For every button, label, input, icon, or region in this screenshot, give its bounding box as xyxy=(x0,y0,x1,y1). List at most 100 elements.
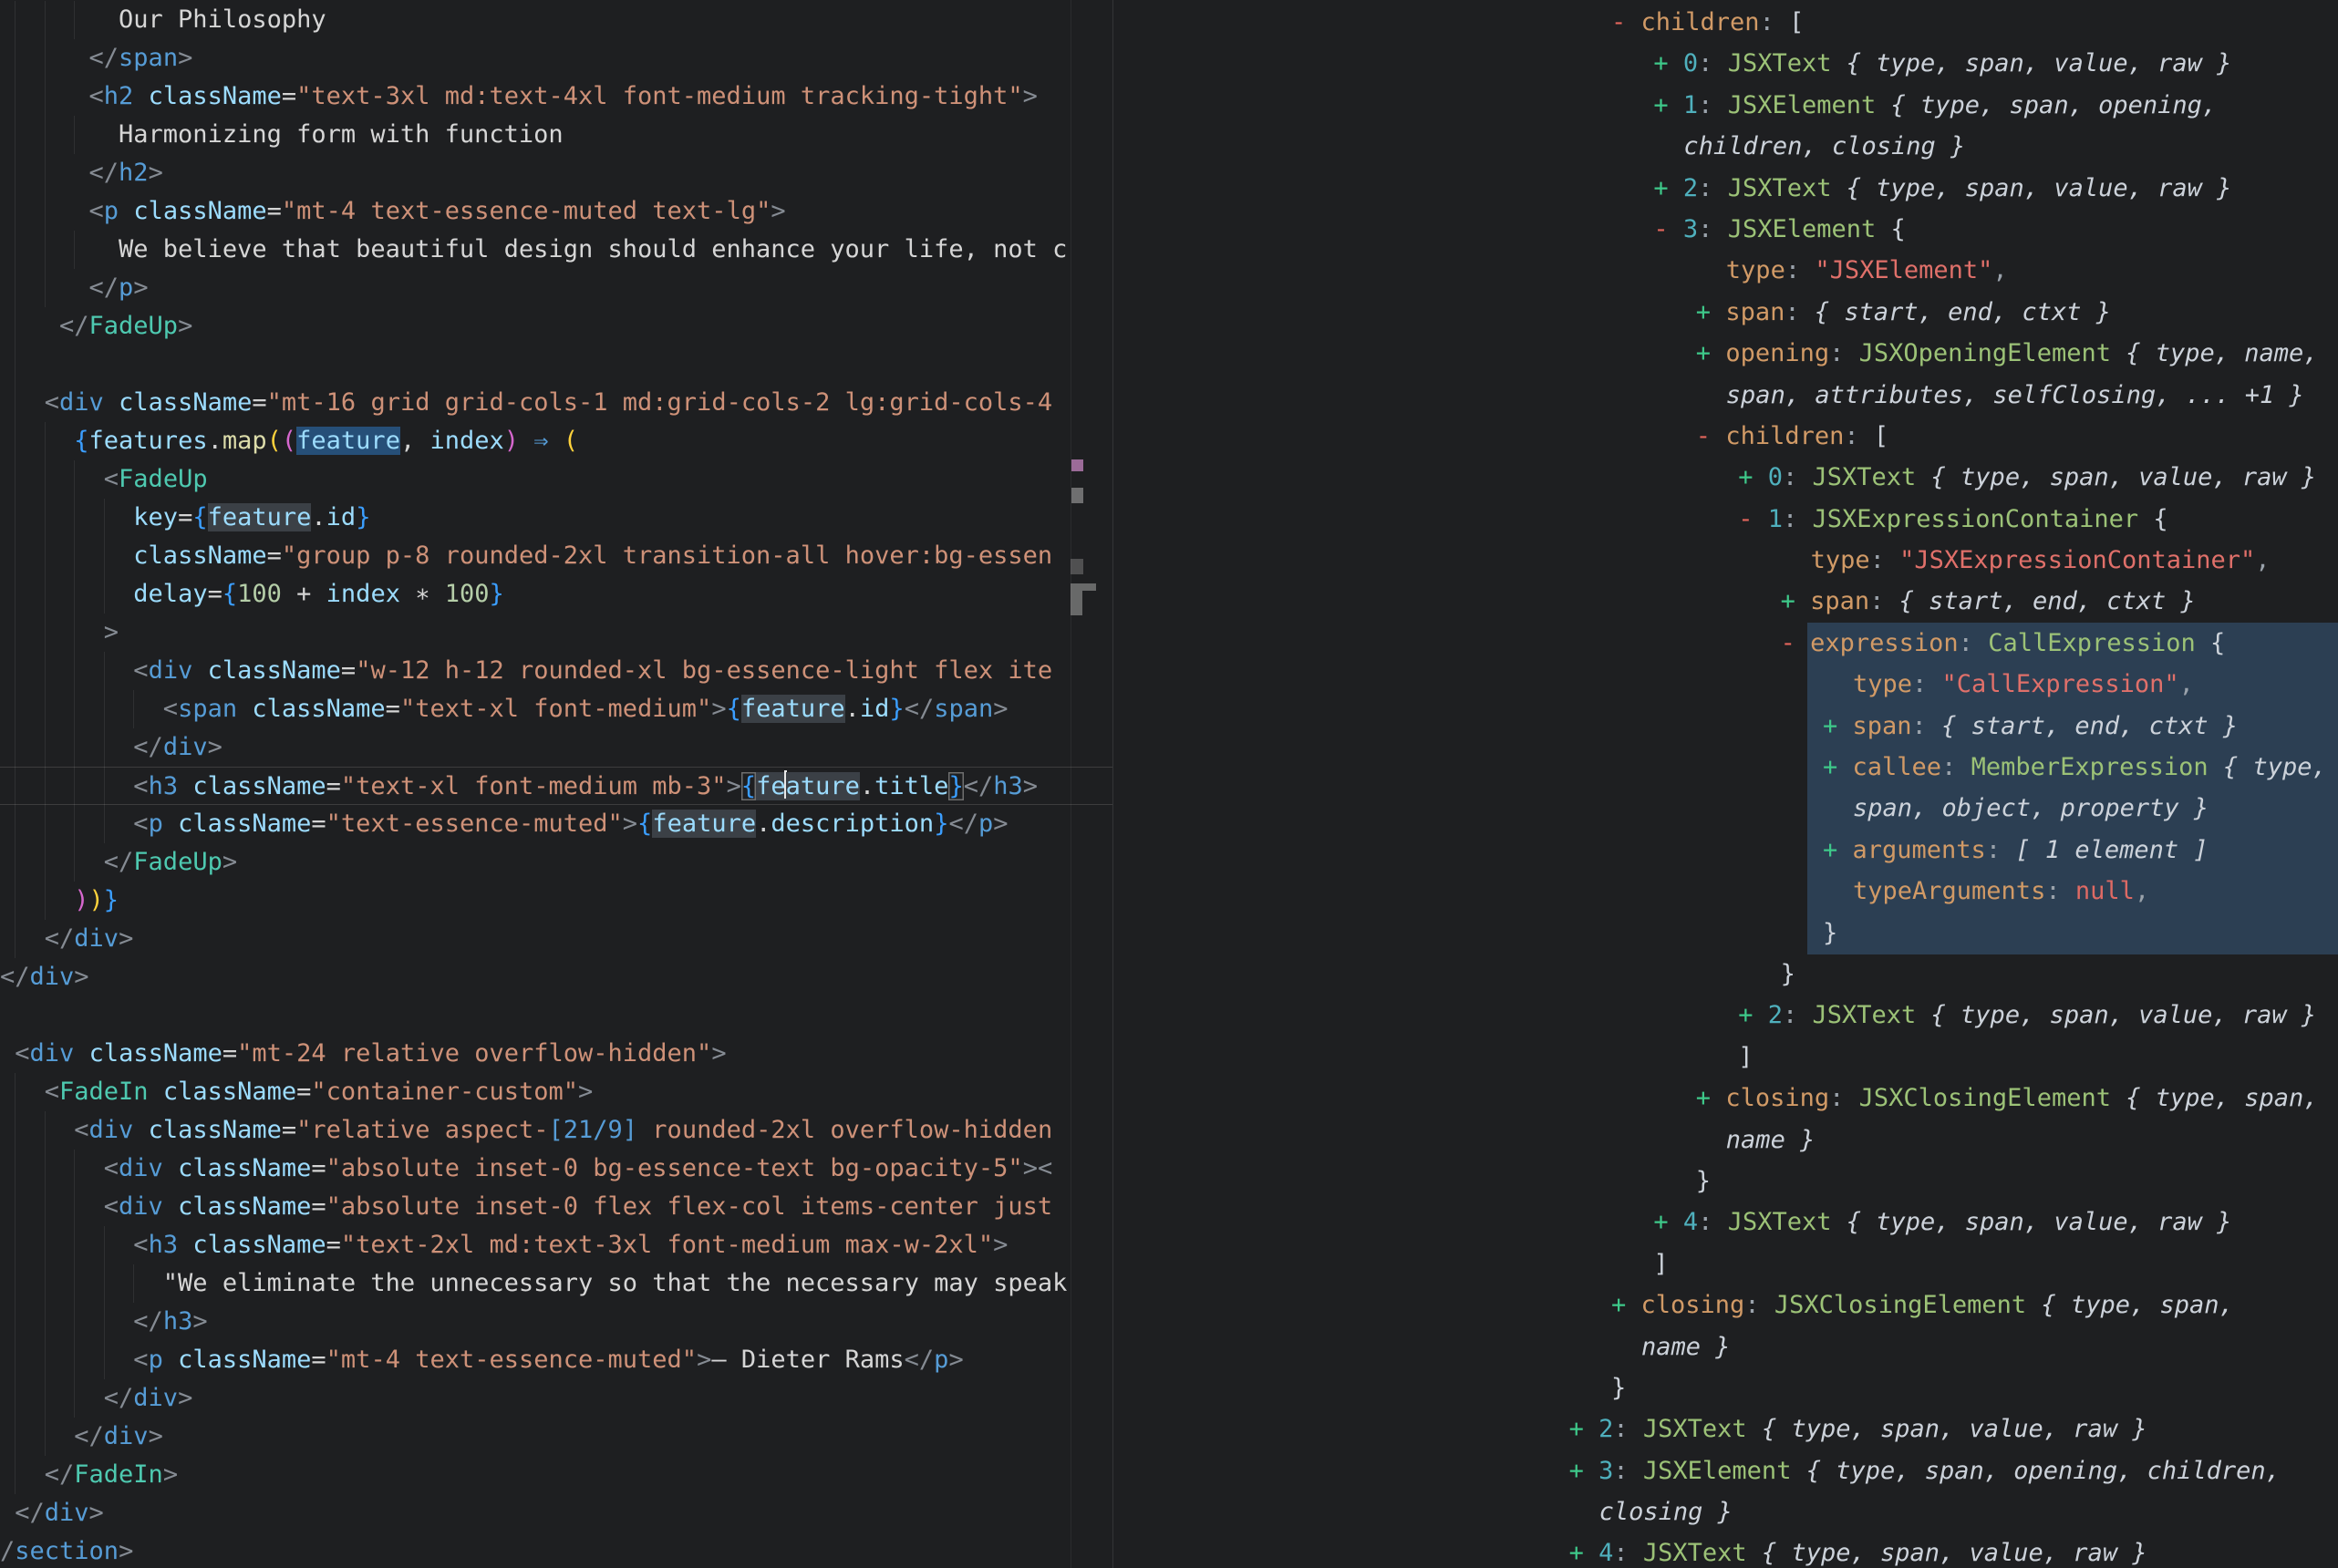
ast-node-line[interactable]: + 4: JSXText { type, span, value, raw } xyxy=(1113,1202,2338,1243)
ast-node-line[interactable]: ] xyxy=(1113,1037,2338,1078)
code-line[interactable]: </h2> xyxy=(0,154,1112,192)
collapse-toggle[interactable]: - xyxy=(1611,8,1641,36)
code-line[interactable]: <p className="mt-4 text-essence-muted te… xyxy=(0,192,1112,231)
code-line[interactable]: ))} xyxy=(0,882,1112,920)
collapse-toggle[interactable]: - xyxy=(1738,505,1768,533)
ast-tree-panel[interactable]: - children: [+ 0: JSXText { type, span, … xyxy=(1113,0,2338,1568)
ast-node-line[interactable]: + 1: JSXElement { type, span, opening, xyxy=(1113,85,2338,126)
code-line[interactable]: <h3 className="text-2xl md:text-3xl font… xyxy=(0,1226,1112,1264)
ast-node-line[interactable]: + 4: JSXText { type, span, value, raw } xyxy=(1113,1532,2338,1568)
ast-node-line[interactable]: } xyxy=(1113,913,2338,954)
code-line[interactable]: key={feature.id} xyxy=(0,499,1112,537)
code-line[interactable] xyxy=(0,346,1112,384)
code-line[interactable]: <h2 className="text-3xl md:text-4xl font… xyxy=(0,77,1112,116)
code-line[interactable]: <p className="text-essence-muted">{featu… xyxy=(0,805,1112,843)
expand-toggle[interactable]: + xyxy=(1569,1539,1599,1567)
ast-node-line[interactable]: + 2: JSXText { type, span, value, raw } xyxy=(1113,1408,2338,1449)
code-line[interactable]: </div> xyxy=(0,1418,1112,1456)
code-line[interactable]: <span className="text-xl font-medium">{f… xyxy=(0,690,1112,728)
expand-toggle[interactable]: + xyxy=(1696,298,1726,326)
expand-toggle[interactable]: + xyxy=(1653,91,1683,119)
code-line[interactable]: {features.map((feature, index) ⇒ ( xyxy=(0,422,1112,460)
ast-node-line[interactable]: - children: [ xyxy=(1113,416,2338,457)
expand-toggle[interactable]: + xyxy=(1738,463,1768,491)
ast-node-line[interactable]: + 3: JSXElement { type, span, opening, c… xyxy=(1113,1450,2338,1491)
ast-node-line[interactable]: + closing: JSXClosingElement { type, spa… xyxy=(1113,1078,2338,1119)
ast-node-line[interactable]: + 0: JSXText { type, span, value, raw } xyxy=(1113,457,2338,498)
code-line[interactable]: /section> xyxy=(0,1532,1112,1568)
ast-node-line[interactable]: - 3: JSXElement { xyxy=(1113,209,2338,250)
expand-toggle[interactable]: + xyxy=(1696,1084,1726,1112)
ast-node-line[interactable]: type: "CallExpression", xyxy=(1113,664,2338,705)
ast-node-line[interactable]: span, object, property } xyxy=(1113,788,2338,829)
ast-node-line[interactable]: + 2: JSXText { type, span, value, raw } xyxy=(1113,995,2338,1036)
code-line[interactable]: <div className="absolute inset-0 flex fl… xyxy=(0,1188,1112,1226)
code-line[interactable]: > xyxy=(0,614,1112,652)
code-line[interactable]: <FadeUp xyxy=(0,460,1112,499)
ast-node-line[interactable]: + 0: JSXText { type, span, value, raw } xyxy=(1113,43,2338,84)
ast-node-line[interactable]: children, closing } xyxy=(1113,126,2338,167)
ast-node-line[interactable]: name } xyxy=(1113,1326,2338,1367)
expand-toggle[interactable]: + xyxy=(1569,1457,1599,1485)
collapse-toggle[interactable]: - xyxy=(1781,629,1811,657)
code-line[interactable]: </FadeIn> xyxy=(0,1456,1112,1494)
code-line[interactable]: </p> xyxy=(0,269,1112,307)
code-line[interactable]: "We eliminate the unnecessary so that th… xyxy=(0,1264,1112,1303)
ast-node-line[interactable]: + span: { start, end, ctxt } xyxy=(1113,581,2338,622)
expand-toggle[interactable]: + xyxy=(1823,712,1853,740)
expand-toggle[interactable]: + xyxy=(1653,49,1683,77)
ast-node-line[interactable]: } xyxy=(1113,954,2338,995)
code-line[interactable]: </span> xyxy=(0,39,1112,77)
collapse-toggle[interactable]: - xyxy=(1653,215,1683,243)
expand-toggle[interactable]: + xyxy=(1781,587,1811,615)
code-line[interactable]: <FadeIn className="container-custom"> xyxy=(0,1073,1112,1111)
code-line[interactable]: <div className="absolute inset-0 bg-esse… xyxy=(0,1150,1112,1188)
ast-node-line[interactable]: name } xyxy=(1113,1119,2338,1161)
ast-node-line[interactable]: span, attributes, selfClosing, ... +1 } xyxy=(1113,375,2338,416)
code-line[interactable]: <div className="mt-16 grid grid-cols-1 m… xyxy=(0,384,1112,422)
ast-node-line[interactable]: type: "JSXElement", xyxy=(1113,250,2338,291)
code-line[interactable]: <div className="mt-24 relative overflow-… xyxy=(0,1035,1112,1073)
expand-toggle[interactable]: + xyxy=(1823,753,1853,781)
ast-node-line[interactable]: + opening: JSXOpeningElement { type, nam… xyxy=(1113,333,2338,374)
code-line[interactable]: Harmonizing form with function xyxy=(0,116,1112,154)
ast-node-line[interactable]: + arguments: [ 1 element ] xyxy=(1113,830,2338,871)
ast-node-line[interactable]: + span: { start, end, ctxt } xyxy=(1113,706,2338,747)
expand-toggle[interactable]: + xyxy=(1696,339,1726,367)
code-line[interactable]: </div> xyxy=(0,920,1112,958)
code-line[interactable]: We believe that beautiful design should … xyxy=(0,231,1112,269)
code-line[interactable] xyxy=(0,996,1112,1035)
expand-toggle[interactable]: + xyxy=(1738,1001,1768,1029)
code-line[interactable]: </div> xyxy=(0,958,1112,996)
ast-node-line[interactable]: ] xyxy=(1113,1243,2338,1284)
code-line[interactable]: </div> xyxy=(0,728,1112,767)
ast-node-line[interactable]: - expression: CallExpression { xyxy=(1113,623,2338,664)
ast-node-line[interactable]: + 2: JSXText { type, span, value, raw } xyxy=(1113,168,2338,209)
expand-toggle[interactable]: + xyxy=(1611,1291,1641,1319)
code-line[interactable]: <h3 className="text-xl font-medium mb-3"… xyxy=(0,767,1112,805)
ast-node-line[interactable]: + span: { start, end, ctxt } xyxy=(1113,292,2338,333)
code-line[interactable]: Our Philosophy xyxy=(0,1,1112,39)
code-line[interactable]: </FadeUp> xyxy=(0,307,1112,346)
code-line[interactable]: <div className="relative aspect-[21/9] r… xyxy=(0,1111,1112,1150)
code-line[interactable]: className="group p-8 rounded-2xl transit… xyxy=(0,537,1112,575)
ast-node-line[interactable]: typeArguments: null, xyxy=(1113,871,2338,912)
ast-node-line[interactable]: type: "JSXExpressionContainer", xyxy=(1113,540,2338,581)
ast-node-line[interactable]: closing } xyxy=(1113,1491,2338,1532)
ast-node-line[interactable]: } xyxy=(1113,1367,2338,1408)
code-line[interactable]: </div> xyxy=(0,1494,1112,1532)
collapse-toggle[interactable]: - xyxy=(1696,422,1726,450)
ast-node-line[interactable]: + callee: MemberExpression { type, xyxy=(1113,747,2338,788)
expand-toggle[interactable]: + xyxy=(1653,174,1683,202)
left-editor-pane[interactable]: Our Philosophy</span><h2 className="text… xyxy=(0,0,1112,1568)
expand-toggle[interactable]: + xyxy=(1569,1415,1599,1443)
expand-toggle[interactable]: + xyxy=(1823,836,1853,864)
ast-node-line[interactable]: - 1: JSXExpressionContainer { xyxy=(1113,499,2338,540)
ast-node-line[interactable]: + closing: JSXClosingElement { type, spa… xyxy=(1113,1284,2338,1326)
expand-toggle[interactable]: + xyxy=(1653,1208,1683,1236)
code-line[interactable]: </h3> xyxy=(0,1303,1112,1341)
ast-node-line[interactable]: } xyxy=(1113,1161,2338,1202)
code-line[interactable]: <div className="w-12 h-12 rounded-xl bg-… xyxy=(0,652,1112,690)
code-line[interactable]: <p className="mt-4 text-essence-muted">—… xyxy=(0,1341,1112,1379)
ast-node-line[interactable]: - children: [ xyxy=(1113,2,2338,43)
